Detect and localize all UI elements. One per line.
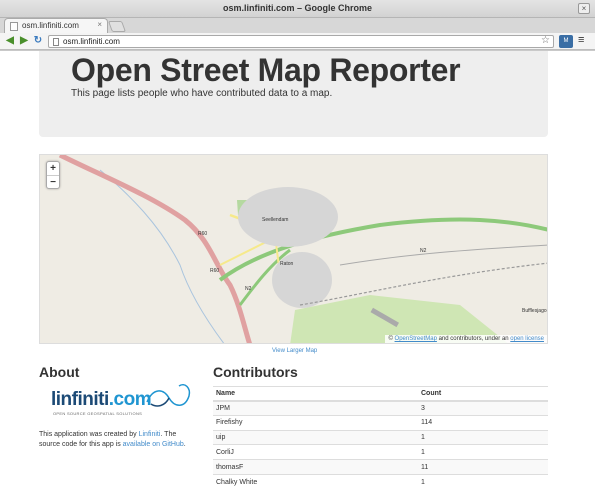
table-row: thomasF 11	[213, 459, 548, 475]
reload-button[interactable]: ↻	[32, 35, 44, 47]
river-line	[99, 169, 225, 343]
map-label: R60	[210, 268, 220, 274]
logo-tagline: OPEN SOURCE GEOSPATIAL SOLUTIONS	[53, 411, 143, 416]
table-row: uip 1	[213, 429, 548, 445]
tab-close-icon[interactable]: ×	[97, 20, 102, 29]
page-icon	[53, 38, 59, 46]
contributor-count: 1	[418, 444, 548, 460]
forward-button[interactable]: ▶	[18, 35, 30, 47]
table-row: Firefishy 114	[213, 414, 548, 431]
logo-wordmark: linfiniti.com	[51, 389, 152, 410]
github-link[interactable]: available on GitHub	[123, 441, 184, 448]
column-header-count[interactable]: Count	[418, 386, 548, 402]
browser-toolbar: ◀ ▶ ↻ osm.linfiniti.com ☆ M ≡	[0, 33, 595, 50]
window-close-button[interactable]: ×	[578, 3, 590, 14]
map-label: N2	[420, 248, 427, 254]
chrome-menu-icon[interactable]: ≡	[578, 34, 584, 46]
osm-link[interactable]: OpenStreetMap	[395, 336, 437, 342]
page-title: Open Street Map Reporter	[71, 52, 461, 88]
page-subtitle: This page lists people who have contribu…	[71, 88, 333, 99]
table-row: JPM 3	[213, 400, 548, 416]
map-attribution: © OpenStreetMap and contributors, under …	[385, 335, 547, 343]
attribution-prefix: ©	[388, 336, 393, 342]
railway-line	[299, 262, 547, 306]
attribution-middle: and contributors, under an	[436, 336, 511, 342]
infinity-logo-icon	[146, 384, 191, 407]
contributor-count: 1	[418, 473, 548, 489]
contributor-name: uip	[213, 429, 418, 445]
map-embed[interactable]: Seellendam Raton R60 R60 N2 N2 Bufflesja…	[39, 154, 548, 344]
linfiniti-logo[interactable]: linfiniti.com OPEN SOURCE GEOSPATIAL SOL…	[51, 380, 196, 418]
column-header-name[interactable]: Name	[213, 386, 418, 402]
map-label: Raton	[280, 261, 294, 267]
road-r60	[58, 155, 252, 343]
back-button[interactable]: ◀	[4, 35, 16, 47]
header-jumbotron: Open Street Map Reporter This page lists…	[39, 51, 548, 137]
table-row: Chalky White 1	[213, 473, 548, 489]
contributor-count: 114	[418, 414, 548, 431]
contributor-count: 3	[418, 400, 548, 416]
address-bar[interactable]: osm.linfiniti.com ☆	[48, 35, 554, 48]
page-viewport: Open Street Map Reporter This page lists…	[0, 51, 595, 489]
about-heading: About	[39, 364, 80, 380]
window-title: osm.linfiniti.com – Google Chrome	[222, 3, 372, 13]
contributor-count: 11	[418, 459, 548, 475]
contributor-name: thomasF	[213, 459, 418, 475]
page-icon	[10, 22, 18, 31]
map-tiles[interactable]	[40, 155, 548, 344]
zoom-out-button[interactable]: −	[47, 175, 59, 188]
contributor-name: JPM	[213, 400, 418, 416]
contributor-name: Chalky White	[213, 473, 418, 489]
url-text[interactable]: osm.linfiniti.com	[63, 37, 120, 46]
zoom-in-button[interactable]: +	[47, 162, 59, 175]
contributor-count: 1	[418, 429, 548, 445]
contributor-name: Firefishy	[213, 414, 418, 431]
minor-road	[339, 244, 547, 266]
view-larger-map-link[interactable]: View Larger Map	[272, 348, 317, 354]
map-label: N2	[245, 286, 252, 292]
contributors-heading: Contributors	[213, 364, 298, 380]
bookmark-star-icon[interactable]: ☆	[541, 35, 550, 46]
map-label: R60	[198, 231, 208, 237]
linfiniti-link[interactable]: Linfiniti	[139, 431, 161, 438]
map-label: Bufflesjago	[522, 308, 547, 314]
tab-title: osm.linfiniti.com	[22, 21, 79, 30]
extension-icon[interactable]: M	[559, 35, 573, 48]
new-tab-button[interactable]	[107, 21, 127, 32]
about-text: This application was created by Linfinit…	[39, 431, 186, 448]
zoom-control: + −	[46, 161, 60, 189]
table-row: CorliJ 1	[213, 444, 548, 460]
browser-tab[interactable]: osm.linfiniti.com ×	[4, 18, 108, 33]
window-titlebar: osm.linfiniti.com – Google Chrome ×	[0, 0, 595, 18]
contributor-name: CorliJ	[213, 444, 418, 460]
map-label: Seellendam	[262, 217, 289, 223]
contributors-table: Name Count JPM 3 Firefishy 114 uip 1 CorliJ…	[213, 386, 548, 489]
license-link[interactable]: open license	[510, 336, 544, 342]
